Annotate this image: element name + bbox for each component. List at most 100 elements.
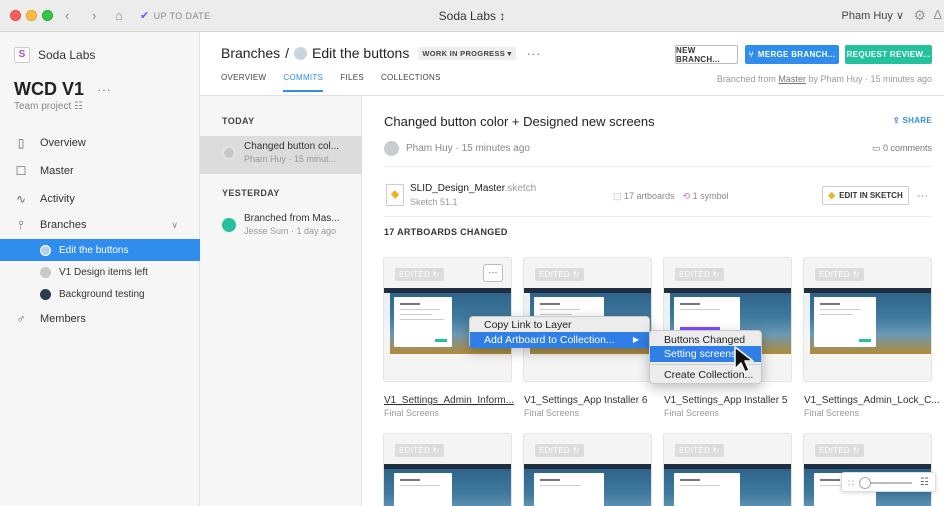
artboard-thumbnail (804, 288, 931, 354)
breadcrumb-branches[interactable]: Branches (221, 45, 280, 61)
artboard-card[interactable]: EDITED ↻ (803, 257, 932, 382)
branch-item-background-testing[interactable]: Background testing (0, 283, 200, 305)
branch-icon: ⫯ (18, 217, 24, 232)
project-title: WCD V1 (14, 79, 85, 99)
breadcrumb: Branches / Edit the buttons WORK IN PROG… (221, 45, 541, 61)
breadcrumb-separator: / (285, 45, 290, 61)
activity-icon: ∿ (15, 192, 27, 206)
branch-avatar-icon (40, 244, 51, 256)
artboards-changed-label: 17 ARTBOARDS CHANGED (384, 227, 508, 237)
new-branch-button[interactable]: NEW BRANCH... (675, 45, 738, 64)
artboard-collection: Final Screens (524, 408, 580, 418)
project-subtitle: Team project ☷ (14, 101, 83, 112)
edited-badge: EDITED ↻ (535, 268, 584, 281)
share-icon: ⇪ (892, 116, 900, 125)
edited-badge: EDITED ↻ (815, 268, 864, 281)
artboard-card[interactable]: EDITED ↻ (663, 433, 792, 506)
zoom-slider[interactable]: ∷ ☷ (841, 472, 936, 492)
status-badge[interactable]: WORK IN PROGRESS ▾ (418, 46, 516, 60)
edited-badge: EDITED ↻ (815, 444, 864, 457)
edited-badge: EDITED ↻ (395, 444, 444, 457)
artboard-title[interactable]: V1_Settings_Admin_Lock_C... (804, 395, 940, 406)
divider (384, 216, 932, 217)
artboards-count: ⬚ 17 artboards (613, 191, 675, 201)
menu-item-copy-link[interactable]: Copy Link to Layer (470, 317, 649, 333)
artboard-collection: Final Screens (804, 408, 860, 418)
artboard-card[interactable]: EDITED ↻ (803, 433, 932, 506)
sidebar-item-branches[interactable]: ⫯ Branches ∨ (0, 214, 200, 236)
submenu-arrow-icon: ▶ (632, 335, 639, 344)
avatar (384, 141, 399, 156)
merge-branch-button[interactable]: ⑂ MERGE BRANCH... (745, 45, 839, 64)
context-menu: Copy Link to Layer Add Artboard to Colle… (469, 316, 650, 348)
grid-small-icon: ∷ (848, 478, 854, 488)
title-bar: ‹ › ⌂ ✔ UP TO DATE Soda Labs ↕ Pham Huy … (0, 0, 944, 32)
edited-badge: EDITED ↻ (395, 268, 444, 281)
grid-large-icon: ☷ (920, 477, 929, 488)
artboard-card[interactable]: EDITED ↻ (523, 433, 652, 506)
sidebar-item-overview[interactable]: ▯ Overview (0, 132, 200, 154)
artboard-thumbnail (524, 464, 651, 506)
edit-in-sketch-button[interactable]: ◆ EDIT IN SKETCH (822, 186, 909, 205)
sketch-diamond-icon: ◆ (828, 190, 836, 200)
workspace-switcher[interactable]: S Soda Labs (14, 47, 95, 63)
tab-collections[interactable]: COLLECTIONS (381, 73, 441, 92)
project-menu-button[interactable]: ··· (97, 81, 111, 97)
commit-item[interactable]: Branched from Mas... Jesse Sum · 1 day a… (200, 208, 362, 246)
branch-more-button[interactable]: ··· (527, 45, 541, 61)
branch-item-edit-the-buttons[interactable]: Edit the buttons (0, 239, 200, 261)
soda-labs-logo-icon: S (14, 47, 30, 63)
commit-item[interactable]: Changed button col... Pham Huy · 15 minu… (200, 136, 362, 174)
branch-avatar-icon (294, 46, 308, 60)
artboard-card[interactable]: EDITED ↻ (383, 433, 512, 506)
artboard-title[interactable]: V1_Settings_App Installer 5 (664, 395, 787, 406)
artboard-title[interactable]: V1_Settings_Admin_Inform... (384, 395, 514, 406)
sketch-file-icon (386, 184, 404, 206)
user-menu[interactable]: Pham Huy ∨ (842, 9, 904, 22)
commit-author: Pham Huy · 15 minutes ago (384, 141, 530, 156)
commit-title: Changed button color + Designed new scre… (384, 114, 655, 129)
app-title[interactable]: Soda Labs ↕ (0, 9, 944, 23)
chevron-down-icon[interactable]: ∨ (171, 220, 178, 231)
branch-avatar-icon (40, 288, 51, 300)
file-version: Sketch 51.1 (410, 197, 458, 207)
sidebar: S Soda Labs WCD V1 ··· Team project ☷ ▯ … (0, 32, 200, 506)
gear-icon[interactable]: ⚙ (913, 7, 926, 24)
person-icon: ♂ (16, 312, 26, 326)
zoom-knob[interactable] (859, 477, 871, 489)
artboard-collection: Final Screens (384, 408, 440, 418)
branch-commit-icon (222, 218, 236, 232)
divider (384, 166, 932, 167)
file-more-button[interactable]: ··· (917, 190, 928, 202)
tab-files[interactable]: FILES (340, 73, 364, 92)
zoom-track[interactable] (864, 482, 912, 484)
master-link[interactable]: Master (778, 74, 806, 84)
share-button[interactable]: ⇪ SHARE (893, 116, 932, 125)
sidebar-item-members[interactable]: ♂ Members (0, 308, 200, 330)
bell-icon[interactable]: Δ (933, 7, 942, 22)
commit-avatar-icon (222, 146, 236, 160)
artboard-collection: Final Screens (664, 408, 720, 418)
master-icon: ☐ (15, 164, 27, 178)
comments-link[interactable]: ▭ 0 comments (872, 143, 932, 154)
sidebar-item-master[interactable]: ☐ Master (0, 160, 200, 182)
artboard-thumbnail (384, 464, 511, 506)
branch-origin-info: Branched from Master by Pham Huy · 15 mi… (716, 74, 932, 84)
section-label-today: TODAY (222, 116, 255, 126)
sidebar-item-activity[interactable]: ∿ Activity (0, 188, 200, 210)
artboard-menu-button[interactable]: ··· (483, 264, 503, 282)
file-stats: ⬚ 17 artboards ⟲ 1 symbol (613, 191, 729, 202)
tab-overview[interactable]: OVERVIEW (221, 73, 266, 92)
comment-icon: ▭ (871, 143, 881, 153)
tab-commits[interactable]: COMMITS (283, 73, 324, 92)
request-review-button[interactable]: REQUEST REVIEW... (845, 45, 932, 64)
commit-list: TODAY Changed button col... Pham Huy · 1… (200, 96, 362, 506)
file-name[interactable]: SLID_Design_Master.sketch (410, 183, 536, 194)
menu-item-add-to-collection[interactable]: Add Artboard to Collection... ▶ (470, 332, 649, 348)
section-label-yesterday: YESTERDAY (222, 188, 280, 198)
symbols-count: ⟲ 1 symbol (682, 191, 729, 201)
tab-bar: OVERVIEW COMMITS FILES COLLECTIONS (221, 73, 441, 92)
artboard-title[interactable]: V1_Settings_App Installer 6 (524, 395, 647, 406)
mouse-cursor-icon (734, 346, 754, 373)
branch-item-v1-design-items-left[interactable]: V1 Design items left (0, 261, 200, 283)
